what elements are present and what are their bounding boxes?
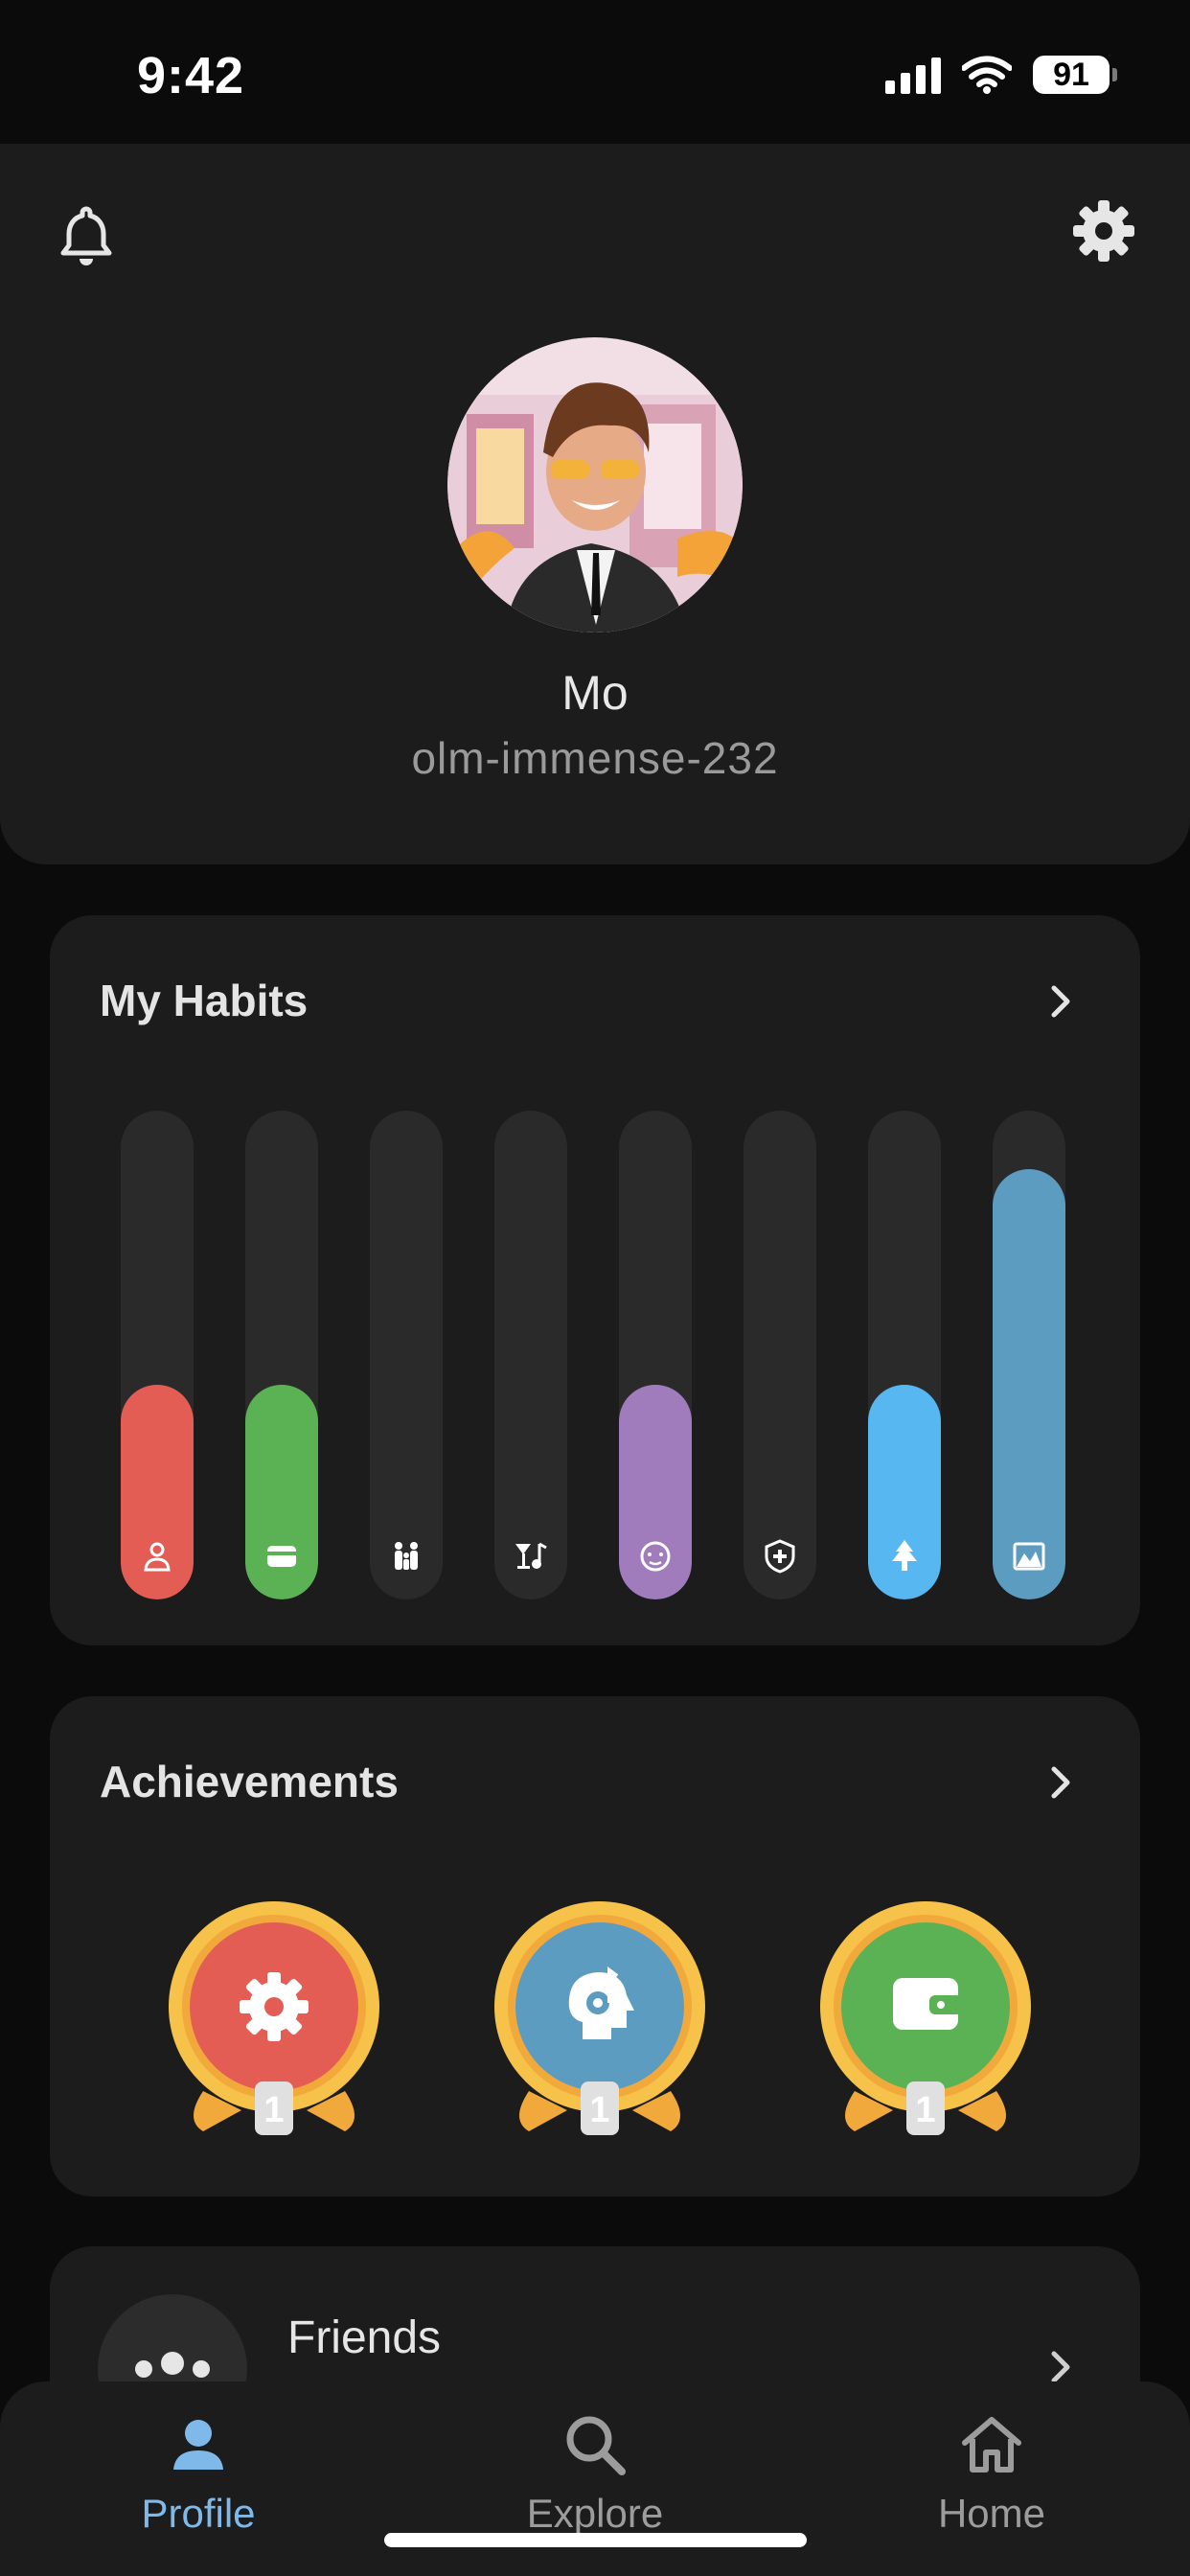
tab-profile[interactable]: Profile [55,2410,342,2554]
cocktail-music-icon [515,1542,547,1569]
habit-bar[interactable] [993,1111,1065,1599]
wifi-icon [962,56,1012,94]
search-icon [566,2416,626,2475]
profile-header: Mo olm-immense-232 [0,144,1190,864]
habit-bar-fill [993,1169,1065,1599]
chevron-right-icon[interactable] [1042,2348,1081,2386]
achievement-level: 1 [263,2090,284,2130]
habit-bar[interactable] [868,1111,941,1599]
habit-bar[interactable] [121,1111,194,1599]
avatar[interactable] [447,337,743,632]
status-time: 9:42 [137,47,245,104]
friends-label: Friends [287,2312,442,2363]
habit-bar[interactable] [370,1111,443,1599]
wallet-icon [267,1546,296,1567]
habit-bar[interactable] [245,1111,318,1599]
battery-level: 91 [1053,56,1089,93]
achievement-level: 1 [589,2090,609,2130]
display-name: Mo [561,666,629,720]
settings-gear-icon[interactable] [1069,196,1138,265]
home-indicator [384,2533,807,2547]
habit-bar[interactable] [619,1111,692,1599]
achievements-title: Achievements [100,1757,399,1806]
habit-bar[interactable] [744,1111,816,1599]
username: olm-immense-232 [411,733,779,783]
cellular-signal-icon [885,56,941,94]
habits-card[interactable]: My Habits [50,915,1140,1645]
tab-home[interactable]: Home [848,2410,1135,2554]
tree-icon [892,1540,917,1571]
family-icon [395,1542,418,1570]
habit-bars [121,1111,1079,1599]
brain-icon [640,1541,671,1572]
achievement-medal[interactable]: 1 [491,1899,709,2139]
habits-title: My Habits [100,976,309,1025]
achievement-level: 1 [915,2090,935,2130]
chevron-right-icon[interactable] [1042,982,1081,1021]
home-icon [962,2417,1021,2472]
person-icon [173,2420,223,2470]
health-shield-icon [765,1539,795,1574]
status-icons: 91 [885,56,1117,94]
landscape-icon [1013,1542,1045,1571]
tab-home-label: Home [937,2491,1046,2536]
achievement-medal[interactable]: 1 [165,1899,383,2139]
tab-profile-label: Profile [141,2491,256,2536]
profile-screen: 9:42 91 Mo olm-immense-232 My Habits Ach… [0,0,1190,2576]
person-icon [144,1542,171,1572]
tab-explore-label: Explore [526,2491,664,2536]
achievements-card[interactable]: Achievements 1 1 1 [50,1696,1140,2196]
achievement-medal[interactable]: 1 [816,1899,1035,2139]
notifications-bell-icon[interactable] [52,201,121,270]
habit-bar[interactable] [494,1111,567,1599]
status-bar: 9:42 91 [0,0,1190,144]
chevron-right-icon[interactable] [1042,1763,1081,1802]
battery-indicator: 91 [1033,56,1117,94]
